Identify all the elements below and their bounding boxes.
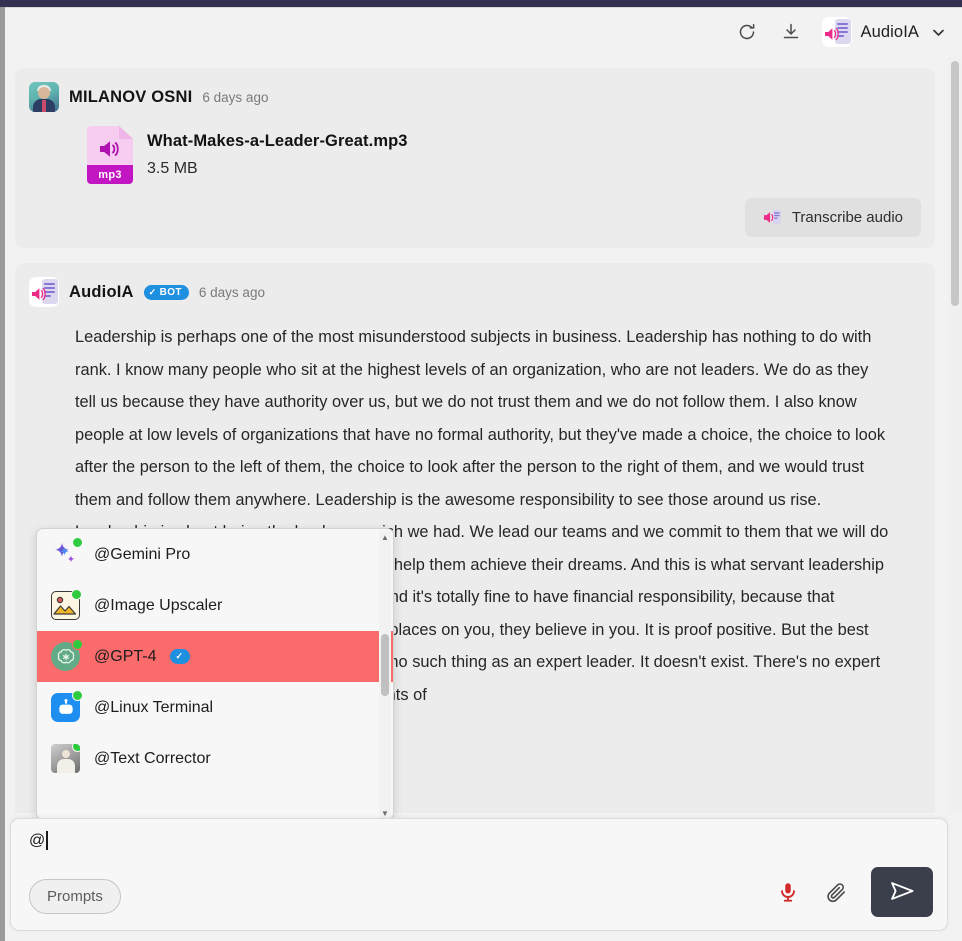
chevron-down-icon[interactable] xyxy=(928,22,948,42)
mention-item-gemini-pro[interactable]: @Gemini Pro xyxy=(37,529,393,580)
text-caret xyxy=(46,831,48,850)
robot-icon xyxy=(51,690,83,722)
bot-badge: ✓ BOT xyxy=(143,284,189,300)
transcribe-audio-button[interactable]: Transcribe audio xyxy=(744,198,921,237)
scroll-up-arrow-icon[interactable]: ▲ xyxy=(379,531,391,543)
chat-header: AudioIA xyxy=(5,8,962,56)
mention-item-label: @Gemini Pro xyxy=(94,545,191,563)
dropdown-scrollbar-thumb[interactable] xyxy=(381,634,389,696)
file-name: What-Makes-a-Leader-Great.mp3 xyxy=(147,132,408,150)
mention-dropdown[interactable]: @Gemini Pro @Image Upscaler @GPT-4 ✓ @Li… xyxy=(36,528,394,820)
audioia-logo-icon xyxy=(821,17,852,47)
bot-badge-label: BOT xyxy=(159,286,182,298)
mention-item-label: @Image Upscaler xyxy=(94,596,223,614)
prompts-button[interactable]: Prompts xyxy=(29,879,121,914)
mp3-file-icon: mp3 xyxy=(87,126,133,184)
photo-avatar-icon xyxy=(51,744,80,773)
mention-item-gpt-4[interactable]: @GPT-4 ✓ xyxy=(37,631,393,682)
chat-window: AudioIA MILANOV OSNI 6 days ago mp3 What… xyxy=(0,0,962,941)
mention-item-image-upscaler[interactable]: @Image Upscaler xyxy=(37,580,393,631)
main-scrollbar[interactable] xyxy=(948,57,962,812)
timestamp: 6 days ago xyxy=(202,89,269,105)
send-button[interactable] xyxy=(871,867,933,917)
mention-item-label: @GPT-4 xyxy=(94,647,157,665)
audioia-avatar-icon xyxy=(29,277,59,307)
mention-item-linux-terminal[interactable]: @Linux Terminal xyxy=(37,682,393,733)
bot-selector[interactable]: AudioIA xyxy=(821,17,951,47)
message-input[interactable]: @ xyxy=(29,831,48,850)
online-dot xyxy=(72,690,83,701)
online-dot xyxy=(72,537,83,548)
mention-item-text-corrector[interactable]: @Text Corrector xyxy=(37,733,393,784)
paperclip-icon[interactable] xyxy=(823,879,849,905)
download-icon[interactable] xyxy=(778,19,804,45)
message-composer: @ Prompts xyxy=(10,818,948,931)
audioia-mini-logo-icon xyxy=(763,208,782,227)
mention-list: @Gemini Pro @Image Upscaler @GPT-4 ✓ @Li… xyxy=(37,529,393,819)
message-input-value: @ xyxy=(29,831,46,849)
timestamp: 6 days ago xyxy=(198,284,265,300)
dropdown-scrollbar[interactable]: ▲ ▼ xyxy=(379,531,391,819)
avatar xyxy=(29,82,59,112)
sender-name: MILANOV OSNI xyxy=(69,87,193,106)
transcribe-audio-label: Transcribe audio xyxy=(791,209,903,226)
check-icon: ✓ xyxy=(175,651,184,661)
file-size: 3.5 MB xyxy=(147,160,198,177)
online-dot xyxy=(71,589,82,600)
message-header-user: MILANOV OSNI 6 days ago xyxy=(15,68,935,112)
bot-selector-label: AudioIA xyxy=(860,22,919,41)
sender-name: AudioIA xyxy=(69,282,134,301)
gemini-sparkle-icon xyxy=(51,537,83,569)
message-actions: Transcribe audio xyxy=(15,184,935,237)
send-icon xyxy=(888,877,916,908)
online-dot xyxy=(72,744,80,752)
mention-item-label: @Text Corrector xyxy=(94,749,211,767)
mention-item-badge: ✓ xyxy=(170,649,191,664)
image-upscaler-icon xyxy=(51,589,82,620)
openai-logo-icon xyxy=(51,639,83,671)
file-type-label: mp3 xyxy=(87,165,133,184)
file-attachment[interactable]: mp3 What-Makes-a-Leader-Great.mp3 3.5 MB xyxy=(15,112,935,184)
message-header-bot: AudioIA ✓ BOT 6 days ago xyxy=(15,263,935,307)
window-titlebar xyxy=(0,0,962,7)
check-icon: ✓ xyxy=(148,286,157,297)
main-scrollbar-thumb[interactable] xyxy=(951,61,959,306)
message-user: MILANOV OSNI 6 days ago mp3 What-Makes-a… xyxy=(15,68,935,248)
mention-item-label: @Linux Terminal xyxy=(94,698,214,716)
microphone-icon[interactable] xyxy=(775,879,801,905)
refresh-icon[interactable] xyxy=(734,19,760,45)
online-dot xyxy=(72,639,83,650)
composer-tools xyxy=(775,867,933,917)
